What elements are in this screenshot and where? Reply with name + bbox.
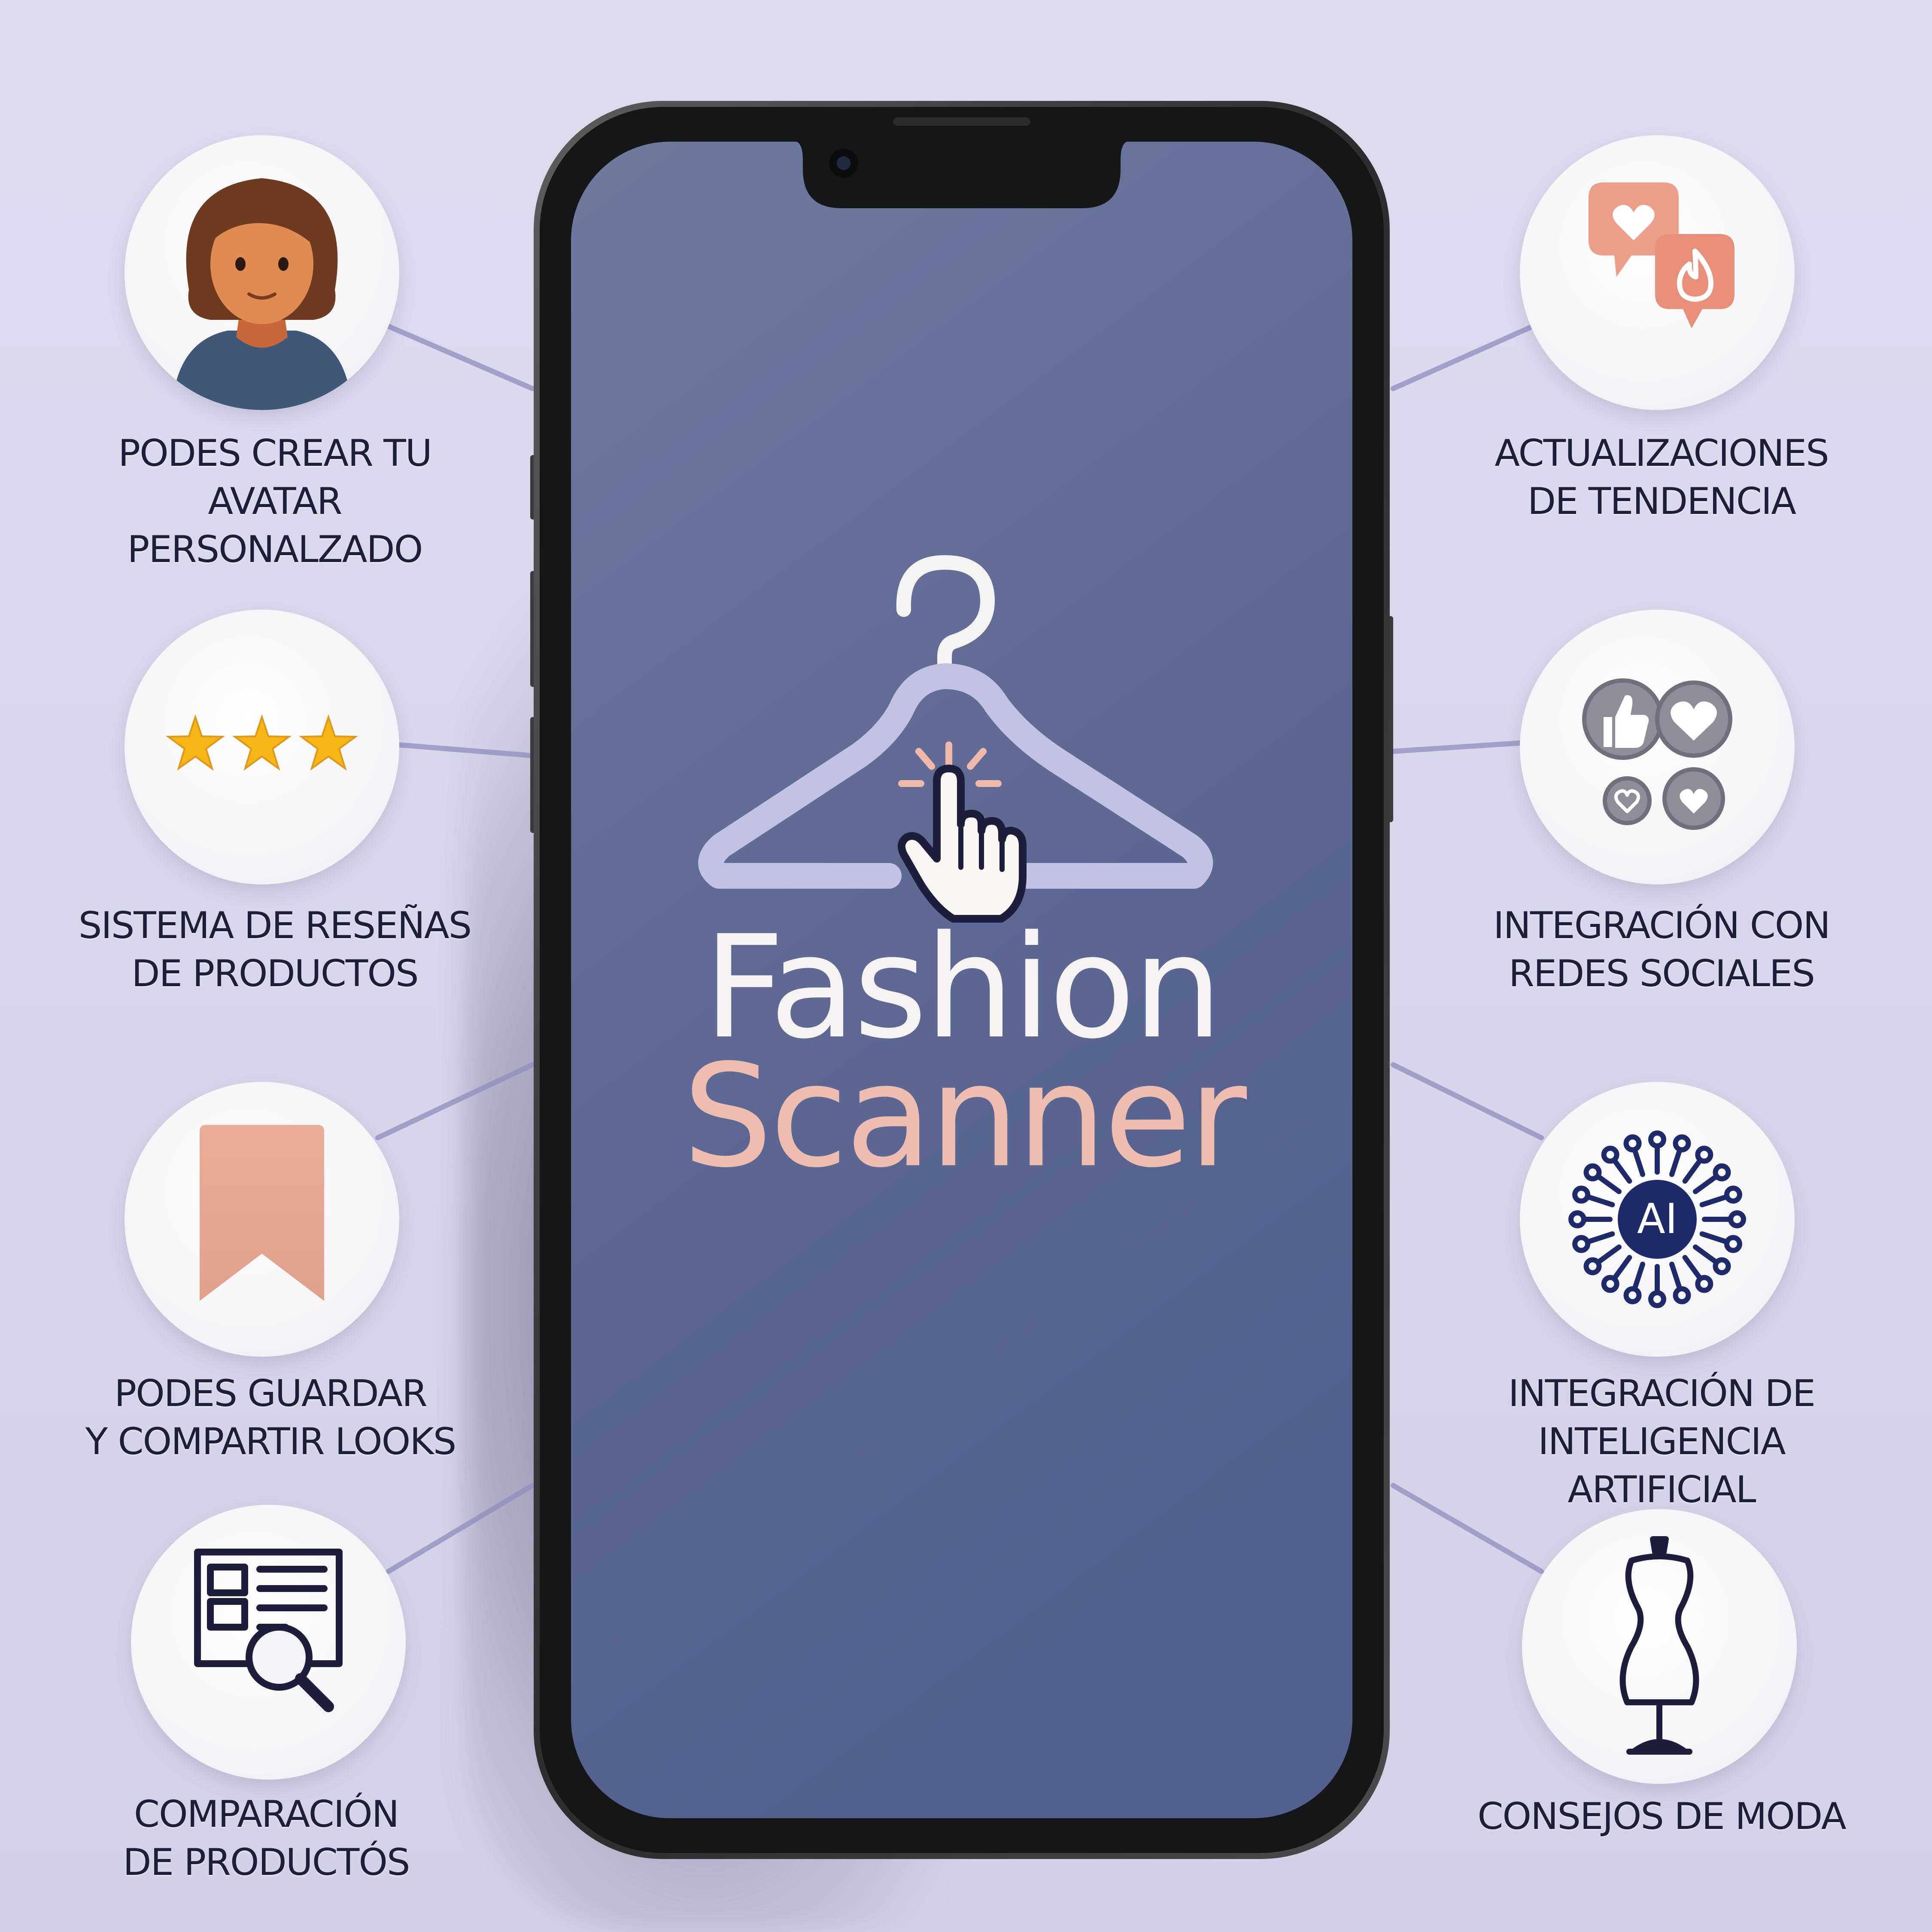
- feature-ai-label: INTEGRACIÓN DE INTELIGENCIA ARTIFICIAL: [1447, 1370, 1876, 1514]
- ai-circuit-line: [1585, 1194, 1615, 1208]
- feature-ai-label-line2: INTELIGENCIA ARTIFICIAL: [1538, 1420, 1786, 1511]
- ai-circuit-node: [1648, 1130, 1666, 1148]
- promo-background: Fashion Scanner PODES CREAR TU AVATAR PE…: [0, 0, 1932, 1932]
- ai-chip-label: AI: [1637, 1195, 1677, 1243]
- feature-avatar-label-line1: PODES CREAR TU: [118, 432, 432, 475]
- feature-ai-badge: AI: [1520, 1082, 1795, 1357]
- ai-circuit-line: [1699, 1194, 1729, 1208]
- star-rating-icon: [166, 714, 358, 771]
- feature-fashion-tips-badge: [1522, 1509, 1797, 1784]
- ai-circuit-node: [1623, 1134, 1642, 1153]
- ai-circuit-line: [1632, 1261, 1646, 1291]
- trend-bubbles-icon: [1589, 182, 1735, 328]
- ai-circuit-node: [1695, 1145, 1713, 1164]
- feature-reviews-label: SISTEMA DE RESEÑAS DE PRODUCTOS: [60, 902, 489, 998]
- feature-trends-label-line1: ACTUALIZACIONES: [1495, 432, 1829, 475]
- feature-trends-label-line2: DE TENDENCIA: [1527, 480, 1796, 523]
- ai-circuit-line: [1612, 1255, 1632, 1281]
- feature-avatar-badge: [125, 135, 399, 410]
- ai-circuit-node: [1572, 1185, 1591, 1204]
- ai-circuit-node: [1583, 1163, 1602, 1182]
- feature-trends-badge: [1520, 135, 1795, 410]
- ai-circuit-node: [1724, 1235, 1742, 1253]
- feature-social-label-line1: INTEGRACIÓN CON: [1493, 904, 1831, 947]
- feature-save-looks-label-line1: PODES GUARDAR: [114, 1372, 428, 1415]
- ai-circuit-line: [1692, 1244, 1719, 1265]
- ai-circuit-line: [1682, 1255, 1703, 1281]
- feature-avatar-label: PODES CREAR TU AVATAR PERSONALZADO: [60, 429, 489, 574]
- feature-compare-badge: [131, 1505, 406, 1780]
- ai-circuit-line: [1595, 1174, 1622, 1194]
- ai-circuit-node: [1673, 1134, 1691, 1153]
- feature-save-looks-label-line2: Y COMPARTIR LOOKS: [85, 1420, 457, 1463]
- ai-circuit-node: [1572, 1235, 1591, 1253]
- feature-social-badge: [1520, 610, 1795, 884]
- feature-compare-label-line1: COMPARACIÓN: [134, 1793, 399, 1836]
- speaker-grille-icon: [893, 117, 1030, 126]
- feature-reviews-label-line2: DE PRODUCTOS: [131, 952, 419, 995]
- ai-circuit-node: [1623, 1286, 1642, 1304]
- ai-circuit-node: [1695, 1275, 1713, 1293]
- ai-circuit-line: [1595, 1244, 1622, 1265]
- ai-circuit-node: [1568, 1210, 1586, 1228]
- ai-circuit-node: [1673, 1286, 1691, 1304]
- feature-trends-label: ACTUALIZACIONES DE TENDENCIA: [1447, 429, 1876, 526]
- ai-circuit-line: [1632, 1147, 1646, 1177]
- avatar-icon: [172, 178, 352, 410]
- app-name-line2: Scanner: [683, 1034, 1247, 1199]
- ai-circuit-line: [1699, 1231, 1729, 1245]
- ai-circuit-node: [1648, 1290, 1666, 1308]
- ai-circuit-line: [1612, 1157, 1632, 1184]
- feature-fashion-tips-label: CONSEJOS DE MODA: [1447, 1792, 1876, 1841]
- ai-circuit-node: [1601, 1275, 1619, 1293]
- feature-ai-label-line1: INTEGRACIÓN DE: [1508, 1372, 1816, 1415]
- feature-fashion-tips-label-line1: CONSEJOS DE MODA: [1477, 1795, 1846, 1838]
- ai-circuit-line: [1669, 1147, 1683, 1177]
- feature-save-looks-label: PODES GUARDAR Y COMPARTIR LOOKS: [56, 1370, 485, 1466]
- product-compare-icon: [194, 1549, 343, 1712]
- ai-circuit-line: [1669, 1261, 1683, 1291]
- feature-compare-label: COMPARACIÓN DE PRODUCTÓS: [52, 1790, 481, 1886]
- feature-reviews-badge: [125, 610, 399, 884]
- feature-compare-label-line2: DE PRODUCTÓS: [123, 1841, 410, 1884]
- ai-circuit-line: [1692, 1174, 1719, 1194]
- ai-circuit-node: [1601, 1145, 1619, 1164]
- feature-save-looks-badge: [125, 1082, 399, 1357]
- feature-social-label-line2: REDES SOCIALES: [1509, 952, 1815, 995]
- dress-form-icon: [1619, 1536, 1699, 1755]
- ai-circuit-node: [1713, 1257, 1731, 1276]
- ai-circuit-node: [1583, 1257, 1602, 1276]
- ai-circuit-node: [1713, 1163, 1731, 1182]
- ai-circuit-line: [1682, 1157, 1703, 1184]
- ai-circuit-node: [1724, 1185, 1742, 1204]
- ai-circuit-node: [1728, 1210, 1746, 1228]
- social-reactions-icon: [1582, 678, 1732, 830]
- feature-reviews-label-line1: SISTEMA DE RESEÑAS: [78, 904, 472, 947]
- feature-social-label: INTEGRACIÓN CON REDES SOCIALES: [1447, 902, 1876, 998]
- ai-chip-icon: AI: [1568, 1130, 1746, 1308]
- feature-avatar-label-line2: AVATAR PERSONALZADO: [127, 480, 423, 571]
- bookmark-icon: [200, 1125, 324, 1301]
- ai-circuit-line: [1585, 1231, 1615, 1245]
